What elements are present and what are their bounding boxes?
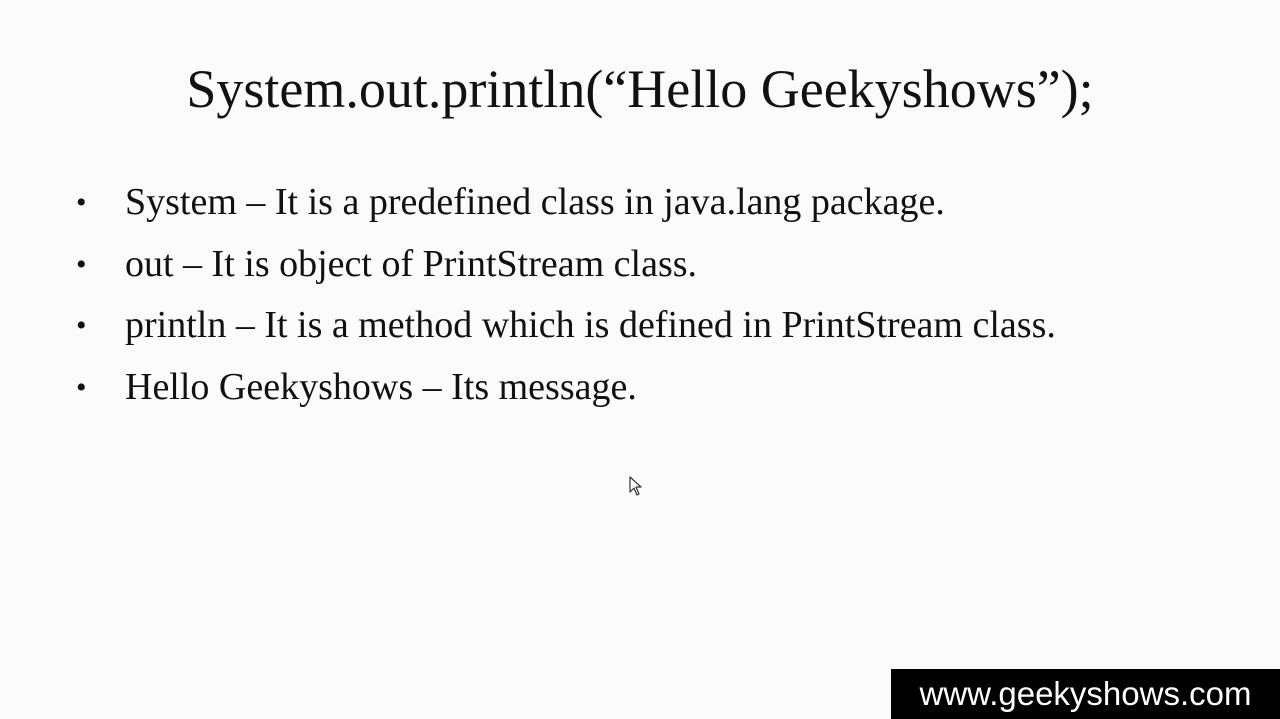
bullet-marker: •: [76, 370, 87, 404]
bullet-item: • Hello Geekyshows – Its message.: [0, 357, 1280, 419]
bullet-item: • System – It is a predefined class in j…: [0, 172, 1280, 234]
bullet-list: • System – It is a predefined class in j…: [0, 172, 1280, 418]
bullet-item: • println – It is a method which is defi…: [0, 295, 1280, 357]
bullet-text: System – It is a predefined class in jav…: [125, 181, 945, 223]
website-watermark: www.geekyshows.com: [891, 669, 1280, 719]
slide-title: System.out.println(“Hello Geekyshows”);: [186, 59, 1094, 119]
bullet-marker: •: [76, 247, 87, 281]
bullet-marker: •: [76, 186, 87, 219]
bullet-text: Hello Geekyshows – Its message.: [125, 365, 637, 408]
bullet-item: • out – It is object of PrintStream clas…: [0, 234, 1280, 296]
bullet-text: out – It is object of PrintStream class.: [125, 242, 698, 285]
bullet-text: println – It is a method which is define…: [125, 304, 1056, 346]
mouse-pointer-icon: [629, 476, 642, 496]
slide: System.out.println(“Hello Geekyshows”); …: [0, 0, 1280, 719]
bullet-marker: •: [76, 309, 87, 342]
